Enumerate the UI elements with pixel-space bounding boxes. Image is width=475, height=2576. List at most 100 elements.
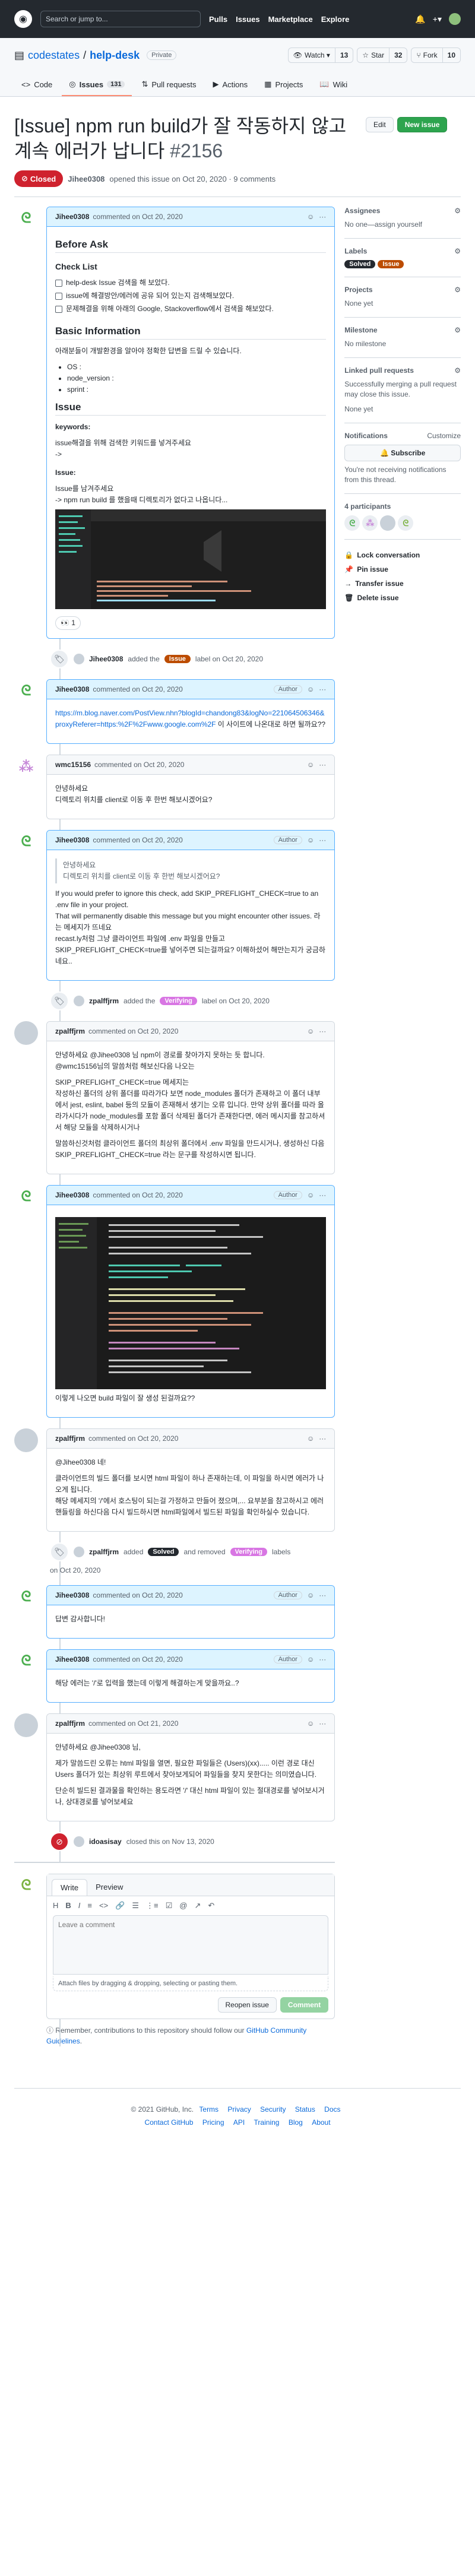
kebab-icon[interactable]: ··· [319, 836, 326, 844]
label-issue[interactable]: Issue [378, 260, 404, 268]
checkbox-icon[interactable] [55, 305, 62, 313]
avatar[interactable]: ᘓ [14, 679, 38, 703]
comment-author[interactable]: zpalffjrm [55, 1434, 85, 1443]
new-issue-button[interactable]: New issue [397, 117, 448, 132]
mention-icon[interactable]: @ [179, 1901, 187, 1910]
gear-icon[interactable]: ⚙ [454, 286, 461, 294]
footer-link-blog[interactable]: Blog [289, 2116, 303, 2129]
reference-icon[interactable]: ↗ [194, 1901, 201, 1910]
bell-icon[interactable]: 🔔 [415, 14, 425, 24]
fork-button[interactable]: ⑂ Fork 10 [411, 47, 461, 63]
event-user[interactable]: zpalffjrm [89, 1548, 119, 1556]
event-user[interactable]: idoasisay [89, 1837, 122, 1846]
heading-icon[interactable]: H [53, 1901, 58, 1910]
label-solved[interactable]: Solved [344, 260, 376, 268]
participant-avatar[interactable]: ᘓ [344, 515, 360, 531]
smiley-icon[interactable]: ☺ [307, 1434, 314, 1443]
avatar[interactable] [74, 996, 84, 1006]
avatar[interactable]: ᘓ [14, 830, 38, 854]
tab-code[interactable]: <> Code [14, 74, 59, 96]
subscribe-button[interactable]: 🔔 Subscribe [344, 445, 461, 461]
avatar[interactable] [74, 654, 84, 664]
lock-conversation-link[interactable]: 🔒 Lock conversation [344, 548, 461, 562]
repo-owner-link[interactable]: codestates [28, 49, 80, 62]
tab-actions[interactable]: ▶ Actions [206, 74, 255, 96]
smiley-icon[interactable]: ☺ [307, 1719, 314, 1728]
milestone-heading[interactable]: Milestone [344, 326, 377, 334]
code-icon[interactable]: <> [99, 1901, 108, 1910]
nav-marketplace[interactable]: Marketplace [268, 15, 313, 24]
comment-textarea[interactable] [53, 1915, 329, 1975]
checklist-item[interactable]: issue에 해결방안/에러에 공유 되어 있는지 검색해보았다. [55, 290, 326, 302]
italic-icon[interactable]: I [78, 1901, 81, 1910]
checkbox-icon[interactable] [55, 279, 62, 287]
checklist-item[interactable]: 문제해결을 위해 아래의 Google, Stackoverflow에서 검색을… [55, 303, 326, 315]
tab-pull-requests[interactable]: ⇅ Pull requests [134, 74, 203, 96]
assignees-value[interactable]: No one—assign yourself [344, 220, 461, 230]
watch-button[interactable]: 👁 Watch ▾ 13 [287, 47, 354, 63]
footer-link-about[interactable]: About [312, 2116, 330, 2129]
event-user[interactable]: zpalffjrm [89, 997, 119, 1005]
participant-avatar[interactable]: ᘓ [398, 515, 414, 531]
plus-icon[interactable]: +▾ [433, 14, 442, 24]
footer-link-security[interactable]: Security [260, 2103, 286, 2116]
kebab-icon[interactable]: ··· [319, 1191, 326, 1199]
avatar[interactable]: ᘓ [14, 1874, 38, 1897]
comment-author[interactable]: zpalffjrm [55, 1027, 85, 1035]
avatar[interactable]: ᘓ [14, 1185, 38, 1209]
kebab-icon[interactable]: ··· [319, 1591, 326, 1599]
comment-author[interactable]: wmc15156 [55, 761, 91, 769]
comment-author[interactable]: Jihee0308 [55, 213, 89, 221]
kebab-icon[interactable]: ··· [319, 761, 326, 769]
reply-icon[interactable]: ↶ [208, 1901, 214, 1910]
pin-issue-link[interactable]: 📌 Pin issue [344, 562, 461, 576]
star-button[interactable]: ☆ Star 32 [357, 47, 408, 63]
screenshot-image[interactable] [55, 1217, 327, 1389]
avatar[interactable]: ᘓ [14, 207, 38, 230]
comment-author[interactable]: Jihee0308 [55, 836, 89, 844]
footer-link-docs[interactable]: Docs [324, 2103, 340, 2116]
labels-heading[interactable]: Labels [344, 247, 367, 255]
checklist-item[interactable]: help-desk Issue 검색을 해 보았다. [55, 277, 326, 289]
participant-avatar[interactable]: ⁂ [362, 515, 378, 531]
checkbox-icon[interactable] [55, 292, 62, 300]
projects-heading[interactable]: Projects [344, 286, 372, 294]
smiley-icon[interactable]: ☺ [307, 1027, 314, 1035]
smiley-icon[interactable]: ☺ [307, 1191, 314, 1199]
ordered-list-icon[interactable]: ⋮≡ [146, 1901, 159, 1910]
comment-author[interactable]: Jihee0308 [55, 1591, 89, 1599]
github-logo-icon[interactable]: ◉ [14, 10, 32, 28]
footer-link-pricing[interactable]: Pricing [202, 2116, 224, 2129]
label-verifying[interactable]: Verifying [230, 1548, 267, 1556]
search-input[interactable] [40, 11, 201, 27]
gear-icon[interactable]: ⚙ [454, 247, 461, 255]
unordered-list-icon[interactable]: ☰ [132, 1901, 139, 1910]
kebab-icon[interactable]: ··· [319, 1027, 326, 1035]
footer-link-api[interactable]: API [233, 2116, 245, 2129]
assignees-heading[interactable]: Assignees [344, 207, 380, 215]
tab-issues[interactable]: ◎ Issues 131 [62, 74, 132, 96]
kebab-icon[interactable]: ··· [319, 1655, 326, 1664]
bold-icon[interactable]: B [65, 1901, 71, 1910]
kebab-icon[interactable]: ··· [319, 1434, 326, 1443]
smiley-icon[interactable]: ☺ [307, 1591, 314, 1599]
tab-preview[interactable]: Preview [87, 1879, 131, 1896]
comment-author[interactable]: Jihee0308 [55, 1655, 89, 1664]
footer-link-terms[interactable]: Terms [199, 2103, 218, 2116]
participant-avatar[interactable] [380, 515, 396, 531]
transfer-issue-link[interactable]: → Transfer issue [344, 576, 461, 591]
gear-icon[interactable]: ⚙ [454, 366, 461, 375]
footer-link-status[interactable]: Status [295, 2103, 315, 2116]
tab-wiki[interactable]: 📖 Wiki [312, 74, 354, 96]
quote-icon[interactable]: ≡ [87, 1901, 92, 1910]
task-list-icon[interactable]: ☑ [166, 1901, 173, 1910]
repo-name-link[interactable]: help-desk [90, 49, 140, 62]
screenshot-image[interactable] [55, 509, 327, 609]
reaction-eyes[interactable]: 👀 1 [55, 616, 81, 630]
nav-issues[interactable]: Issues [236, 15, 259, 24]
gear-icon[interactable]: ⚙ [454, 326, 461, 334]
avatar[interactable] [14, 1428, 38, 1452]
kebab-icon[interactable]: ··· [319, 213, 326, 221]
user-avatar[interactable] [449, 13, 461, 25]
label-solved[interactable]: Solved [148, 1548, 179, 1556]
